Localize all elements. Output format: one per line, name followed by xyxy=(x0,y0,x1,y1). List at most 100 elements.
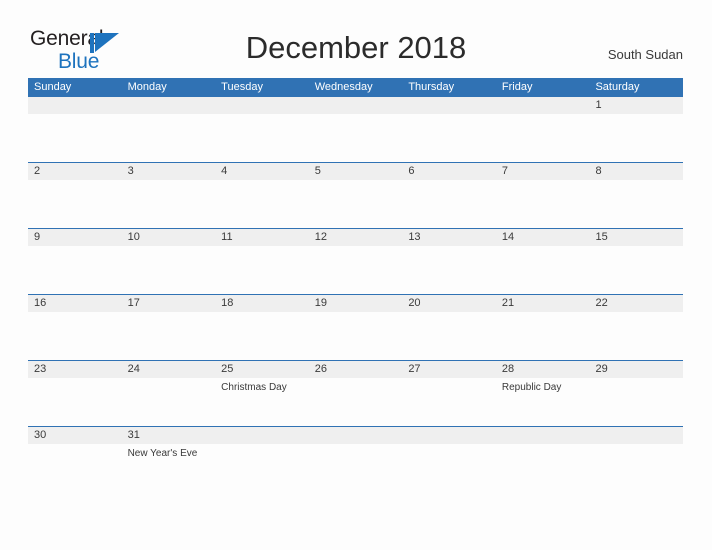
day-event[interactable] xyxy=(309,246,403,294)
day-event[interactable] xyxy=(309,114,403,162)
day-event[interactable] xyxy=(402,246,496,294)
week-row: 9 10 11 12 13 14 15 xyxy=(28,228,683,294)
day-event[interactable] xyxy=(402,444,496,492)
day-number[interactable]: 16 xyxy=(28,295,122,312)
day-event[interactable] xyxy=(309,444,403,492)
day-number[interactable] xyxy=(28,97,122,114)
day-number[interactable]: 15 xyxy=(589,229,683,246)
day-number[interactable]: 25 xyxy=(215,361,309,378)
day-number[interactable]: 13 xyxy=(402,229,496,246)
day-number[interactable] xyxy=(122,97,216,114)
day-event[interactable] xyxy=(122,312,216,360)
calendar-page: General Blue December 2018 South Sudan S… xyxy=(0,0,712,550)
day-number[interactable]: 14 xyxy=(496,229,590,246)
day-number[interactable]: 29 xyxy=(589,361,683,378)
day-number[interactable]: 31 xyxy=(122,427,216,444)
day-event-band xyxy=(28,312,683,360)
day-event[interactable] xyxy=(402,180,496,228)
day-event[interactable] xyxy=(309,378,403,426)
day-event[interactable] xyxy=(215,444,309,492)
day-event[interactable] xyxy=(496,246,590,294)
day-event[interactable] xyxy=(589,180,683,228)
day-event-christmas[interactable]: Christmas Day xyxy=(215,378,309,426)
day-event[interactable] xyxy=(122,378,216,426)
weekday-header-row: Sunday Monday Tuesday Wednesday Thursday… xyxy=(28,78,683,96)
day-number[interactable]: 18 xyxy=(215,295,309,312)
day-number[interactable] xyxy=(402,97,496,114)
day-number[interactable] xyxy=(215,97,309,114)
day-event[interactable] xyxy=(215,312,309,360)
day-event[interactable] xyxy=(215,246,309,294)
day-number[interactable]: 10 xyxy=(122,229,216,246)
day-event-band xyxy=(28,180,683,228)
day-event-band xyxy=(28,114,683,162)
day-number[interactable]: 5 xyxy=(309,163,403,180)
day-number[interactable]: 27 xyxy=(402,361,496,378)
day-number[interactable]: 30 xyxy=(28,427,122,444)
day-number[interactable] xyxy=(309,97,403,114)
day-event[interactable] xyxy=(122,114,216,162)
day-event[interactable] xyxy=(309,312,403,360)
day-number[interactable]: 20 xyxy=(402,295,496,312)
day-event[interactable] xyxy=(496,180,590,228)
day-number-band: 23 24 25 26 27 28 29 xyxy=(28,361,683,378)
day-event[interactable] xyxy=(122,180,216,228)
day-event[interactable] xyxy=(28,312,122,360)
day-number[interactable] xyxy=(496,427,590,444)
day-event[interactable] xyxy=(496,114,590,162)
day-event[interactable] xyxy=(402,312,496,360)
day-event[interactable] xyxy=(28,378,122,426)
day-event-band: Christmas Day Republic Day xyxy=(28,378,683,426)
day-number[interactable] xyxy=(309,427,403,444)
day-event[interactable] xyxy=(215,180,309,228)
day-event[interactable] xyxy=(122,246,216,294)
day-event[interactable] xyxy=(589,378,683,426)
day-number[interactable]: 4 xyxy=(215,163,309,180)
day-number[interactable]: 7 xyxy=(496,163,590,180)
day-number[interactable]: 22 xyxy=(589,295,683,312)
day-number[interactable]: 26 xyxy=(309,361,403,378)
day-number[interactable]: 1 xyxy=(589,97,683,114)
day-number[interactable] xyxy=(402,427,496,444)
day-number[interactable]: 12 xyxy=(309,229,403,246)
day-event[interactable] xyxy=(589,114,683,162)
day-number[interactable]: 23 xyxy=(28,361,122,378)
day-event[interactable] xyxy=(215,114,309,162)
day-event-band: New Year's Eve xyxy=(28,444,683,492)
day-event[interactable] xyxy=(28,114,122,162)
day-number[interactable]: 19 xyxy=(309,295,403,312)
day-event[interactable] xyxy=(28,246,122,294)
day-number[interactable]: 9 xyxy=(28,229,122,246)
week-row: 2 3 4 5 6 7 8 xyxy=(28,162,683,228)
day-number[interactable]: 6 xyxy=(402,163,496,180)
day-event[interactable] xyxy=(402,114,496,162)
day-event[interactable] xyxy=(589,444,683,492)
day-number[interactable]: 24 xyxy=(122,361,216,378)
page-title: December 2018 xyxy=(245,30,467,65)
day-event[interactable] xyxy=(496,444,590,492)
day-number[interactable] xyxy=(215,427,309,444)
day-event-republic-day[interactable]: Republic Day xyxy=(496,378,590,426)
day-number[interactable]: 11 xyxy=(215,229,309,246)
day-event-new-years-eve[interactable]: New Year's Eve xyxy=(122,444,216,492)
day-event[interactable] xyxy=(496,312,590,360)
day-number[interactable]: 17 xyxy=(122,295,216,312)
day-event[interactable] xyxy=(402,378,496,426)
day-number[interactable]: 2 xyxy=(28,163,122,180)
day-number[interactable]: 8 xyxy=(589,163,683,180)
day-event[interactable] xyxy=(309,180,403,228)
day-number-band: 16 17 18 19 20 21 22 xyxy=(28,295,683,312)
day-event[interactable] xyxy=(28,444,122,492)
day-event[interactable] xyxy=(589,246,683,294)
page-header: General Blue December 2018 South Sudan xyxy=(0,0,712,72)
day-event[interactable] xyxy=(28,180,122,228)
week-row: 16 17 18 19 20 21 22 xyxy=(28,294,683,360)
day-number[interactable] xyxy=(589,427,683,444)
week-row: 30 31 New Year's Eve xyxy=(28,426,683,492)
day-number[interactable] xyxy=(496,97,590,114)
day-number[interactable]: 28 xyxy=(496,361,590,378)
day-number[interactable]: 21 xyxy=(496,295,590,312)
day-event-band xyxy=(28,246,683,294)
day-event[interactable] xyxy=(589,312,683,360)
day-number[interactable]: 3 xyxy=(122,163,216,180)
